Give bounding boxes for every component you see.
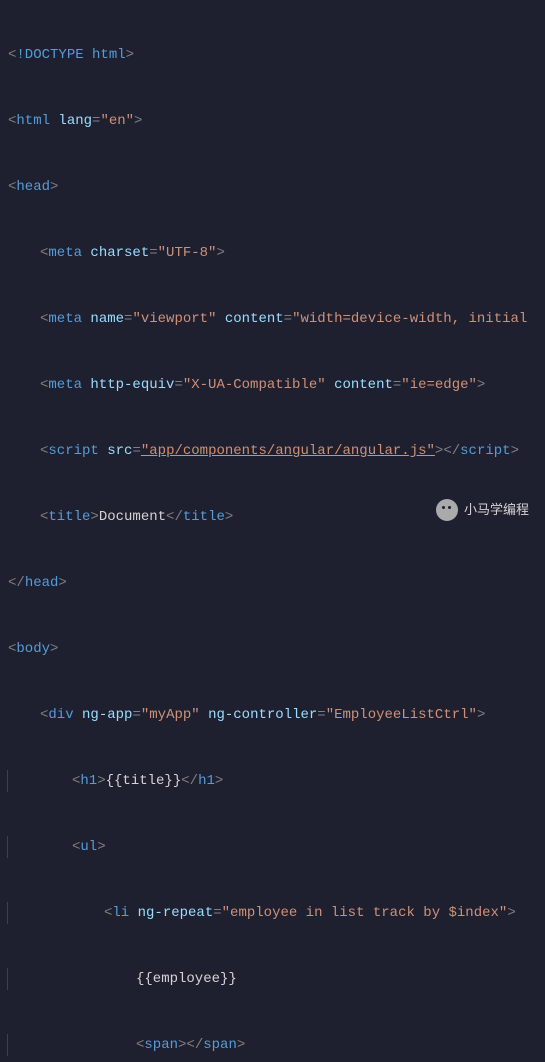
code-line[interactable]: <!DOCTYPE html>: [8, 44, 537, 66]
code-line[interactable]: <span></span>: [7, 1034, 537, 1056]
code-line[interactable]: <h1>{{title}}</h1>: [7, 770, 537, 792]
code-line[interactable]: <ul>: [7, 836, 537, 858]
code-line[interactable]: <div ng-app="myApp" ng-controller="Emplo…: [8, 704, 537, 726]
code-line[interactable]: <meta charset="UTF-8">: [8, 242, 537, 264]
watermark: 小马学编程: [436, 499, 529, 521]
code-line[interactable]: <meta http-equiv="X-UA-Compatible" conte…: [8, 374, 537, 396]
code-line[interactable]: </head>: [8, 572, 537, 594]
code-editor[interactable]: <!DOCTYPE html> <html lang="en"> <head> …: [0, 0, 545, 1062]
code-line[interactable]: <li ng-repeat="employee in list track by…: [7, 902, 537, 924]
code-line[interactable]: <script src="app/components/angular/angu…: [8, 440, 537, 462]
code-line[interactable]: {{employee}}: [7, 968, 537, 990]
code-line[interactable]: <body>: [8, 638, 537, 660]
code-line[interactable]: <html lang="en">: [8, 110, 537, 132]
code-line[interactable]: <head>: [8, 176, 537, 198]
code-line[interactable]: <meta name="viewport" content="width=dev…: [8, 308, 537, 330]
wechat-icon: [436, 499, 458, 521]
watermark-text: 小马学编程: [464, 499, 529, 521]
